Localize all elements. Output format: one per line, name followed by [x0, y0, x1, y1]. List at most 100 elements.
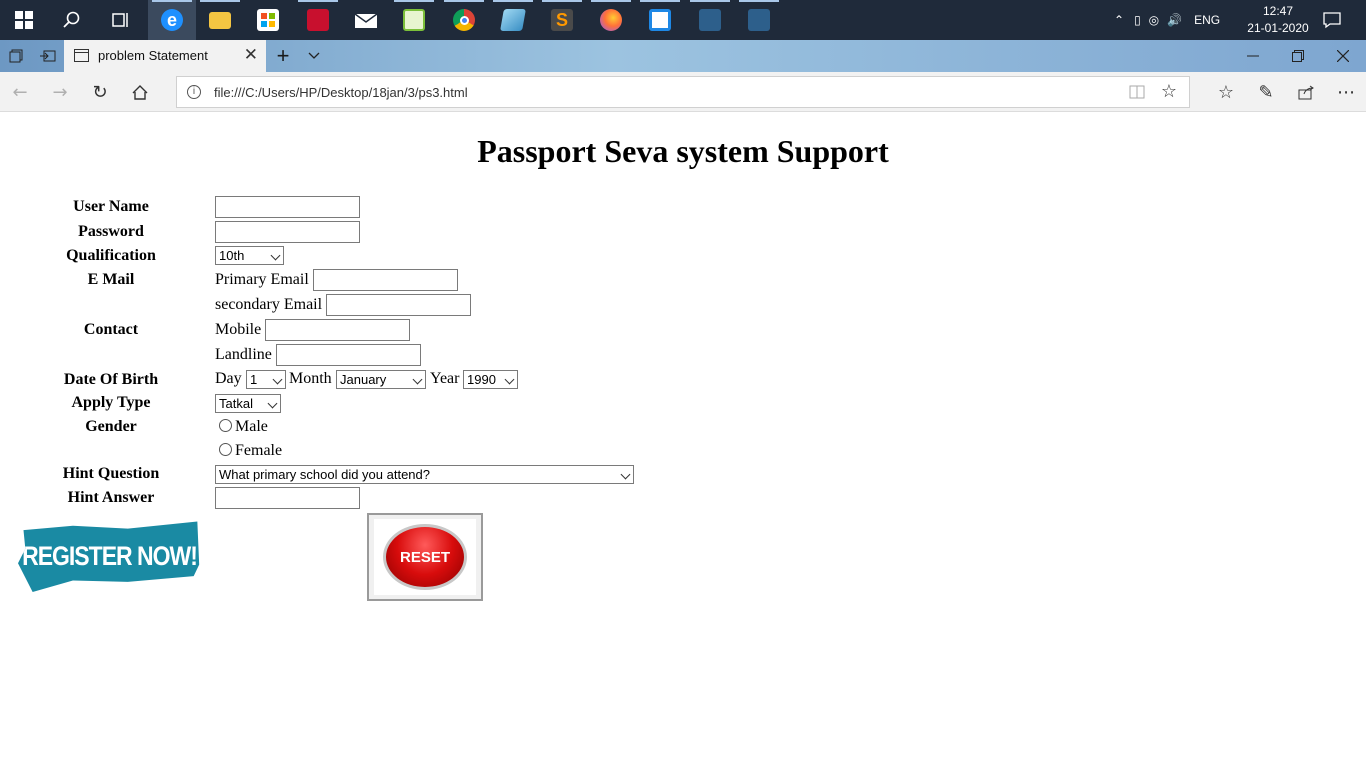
- close-window-icon[interactable]: [1320, 40, 1366, 72]
- gender-label: Gender: [85, 418, 137, 435]
- close-tab-icon[interactable]: ✕: [244, 45, 258, 65]
- apply-type-select[interactable]: Tatkal: [215, 394, 281, 413]
- reading-view-icon[interactable]: [1129, 84, 1145, 105]
- secondary-email-input[interactable]: [326, 294, 471, 316]
- email-label: E Mail: [87, 271, 135, 288]
- password-input[interactable]: [215, 221, 360, 243]
- reset-graphic: RESET: [383, 524, 467, 590]
- dob-label: Date Of Birth: [63, 371, 159, 388]
- page-content: Passport Seva system Support User Name P…: [0, 113, 1366, 768]
- reset-image: RESET: [374, 519, 476, 595]
- refresh-icon[interactable]: ↻: [80, 72, 120, 112]
- minimize-icon[interactable]: [1230, 40, 1276, 72]
- volume-icon[interactable]: 🔊: [1167, 13, 1182, 27]
- male-label: Male: [235, 418, 268, 435]
- back-icon[interactable]: ←: [0, 72, 40, 112]
- page-icon: [74, 49, 89, 62]
- hint-answer-input[interactable]: [215, 487, 360, 509]
- month-label: Month: [289, 370, 332, 387]
- day-select[interactable]: 1: [246, 370, 286, 389]
- year-value: 1990: [467, 372, 496, 387]
- day-value: 1: [250, 372, 258, 387]
- file-explorer-icon[interactable]: [196, 0, 244, 40]
- register-now-button[interactable]: REGISTER NOW!: [18, 521, 200, 592]
- username-input[interactable]: [215, 196, 360, 218]
- notepad-plus-icon[interactable]: [390, 0, 438, 40]
- chevron-down-icon: [267, 398, 278, 409]
- register-now-label: REGISTER NOW!: [22, 540, 198, 571]
- year-select[interactable]: 1990: [463, 370, 518, 389]
- firefox-icon[interactable]: [587, 0, 635, 40]
- mysql-workbench-icon[interactable]: [735, 0, 783, 40]
- restore-icon[interactable]: [1276, 40, 1320, 72]
- system-tray: ⌃ ▯ ◎ 🔊 ENG: [1114, 0, 1220, 40]
- chevron-down-icon: [270, 250, 281, 261]
- start-icon[interactable]: [0, 0, 48, 40]
- home-icon[interactable]: [120, 72, 160, 112]
- day-label: Day: [215, 370, 242, 387]
- hint-question-value: What primary school did you attend?: [219, 467, 430, 482]
- username-label: User Name: [73, 198, 149, 215]
- year-label: Year: [430, 370, 460, 387]
- new-tab-icon[interactable]: +: [268, 40, 298, 72]
- sublime-icon[interactable]: S: [538, 0, 586, 40]
- clock-time: 12:47: [1262, 4, 1294, 18]
- female-radio[interactable]: [219, 443, 232, 456]
- set-aside-tabs-icon[interactable]: [32, 40, 64, 72]
- chevron-down-icon: [412, 374, 423, 385]
- edge-icon[interactable]: e: [148, 0, 196, 40]
- forward-icon[interactable]: →: [40, 72, 80, 112]
- chevron-down-icon: [272, 374, 283, 385]
- address-bar[interactable]: i file:///C:/Users/HP/Desktop/18jan/3/ps…: [176, 76, 1190, 108]
- primary-email-input[interactable]: [313, 269, 458, 291]
- qualification-label: Qualification: [66, 247, 156, 264]
- hint-question-label: Hint Question: [62, 465, 160, 482]
- primary-email-label: Primary Email: [215, 271, 309, 288]
- more-options-icon[interactable]: ⋯: [1326, 72, 1366, 112]
- clock-date: 21-01-2020: [1247, 21, 1309, 35]
- chevron-up-icon[interactable]: ⌃: [1114, 13, 1124, 27]
- language-indicator[interactable]: ENG: [1194, 13, 1220, 27]
- landline-input[interactable]: [276, 344, 421, 366]
- qualification-value: 10th: [219, 248, 245, 263]
- mobile-label: Mobile: [215, 321, 262, 338]
- pen-icon[interactable]: ✎: [1246, 72, 1286, 112]
- chrome-icon[interactable]: [440, 0, 488, 40]
- navigation-bar: ← → ↻ i file:///C:/Users/HP/Desktop/18ja…: [0, 72, 1366, 112]
- mail-icon[interactable]: [342, 0, 390, 40]
- landline-label: Landline: [215, 346, 272, 363]
- contact-label: Contact: [83, 321, 139, 338]
- qualification-select[interactable]: 10th: [215, 246, 284, 265]
- hint-answer-label: Hint Answer: [67, 489, 155, 506]
- reset-button[interactable]: RESET: [367, 513, 483, 601]
- mobile-input[interactable]: [265, 319, 410, 341]
- notification-icon[interactable]: [1322, 0, 1342, 40]
- info-icon[interactable]: i: [187, 85, 201, 99]
- male-radio[interactable]: [219, 419, 232, 432]
- clock[interactable]: 12:47 21-01-2020: [1244, 3, 1312, 37]
- secondary-email-label: secondary Email: [215, 296, 323, 313]
- mysql-workbench-icon[interactable]: [686, 0, 734, 40]
- month-select[interactable]: January: [336, 370, 426, 389]
- tab-active[interactable]: problem Statement ✕: [64, 40, 266, 72]
- network-icon[interactable]: ◎: [1149, 13, 1159, 27]
- favorite-star-icon[interactable]: ☆: [1161, 81, 1177, 102]
- female-label: Female: [235, 442, 283, 459]
- acrobat-icon[interactable]: [294, 0, 342, 40]
- search-icon[interactable]: [48, 0, 96, 40]
- hint-question-select[interactable]: What primary school did you attend?: [215, 465, 634, 484]
- apply-type-label: Apply Type: [71, 394, 151, 411]
- tab-strip: problem Statement ✕ +: [0, 40, 1366, 72]
- battery-icon[interactable]: ▯: [1134, 13, 1141, 27]
- app-icon[interactable]: [489, 0, 537, 40]
- favorites-icon[interactable]: ☆: [1206, 72, 1246, 112]
- page-title: Passport Seva system Support: [477, 133, 889, 169]
- store-icon[interactable]: [244, 0, 292, 40]
- chevron-down-icon: [504, 374, 515, 385]
- app-icon[interactable]: [636, 0, 684, 40]
- url-text[interactable]: file:///C:/Users/HP/Desktop/18jan/3/ps3.…: [214, 85, 468, 100]
- share-icon[interactable]: [1286, 72, 1326, 112]
- chevron-down-icon[interactable]: [300, 40, 328, 72]
- tab-sets-icon[interactable]: [0, 40, 32, 72]
- task-view-icon[interactable]: [96, 0, 144, 40]
